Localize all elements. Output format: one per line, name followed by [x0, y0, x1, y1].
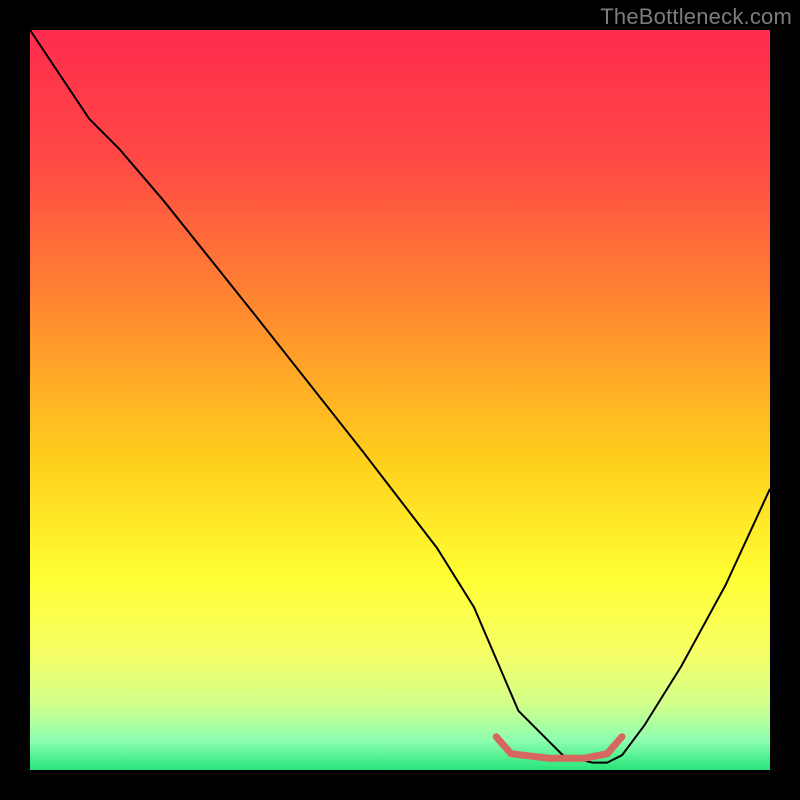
chart-svg — [30, 30, 770, 770]
watermark-text: TheBottleneck.com — [600, 4, 792, 30]
chart-frame — [30, 30, 770, 770]
chart-background — [30, 30, 770, 770]
